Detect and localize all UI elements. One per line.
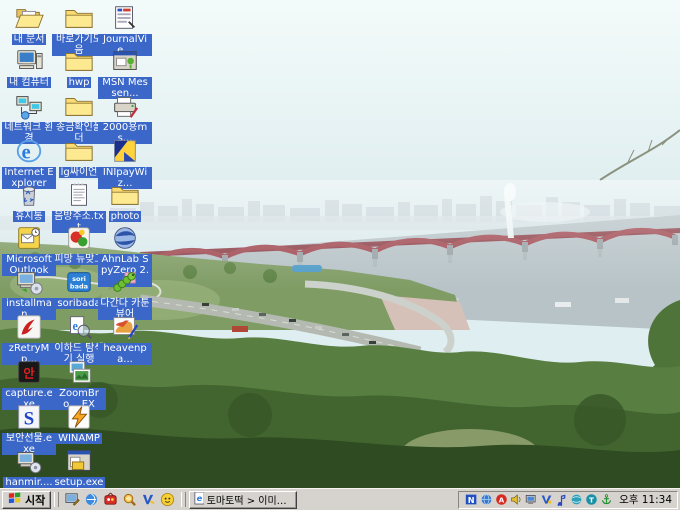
desktop-icon-label: setup.exe [53, 477, 106, 488]
folder-icon [110, 180, 140, 210]
taskbar: 시작 e 토마토떡 > 이미지방 1... N A T 오후 11:34 [0, 488, 680, 510]
zretry-icon [14, 312, 44, 342]
ahnlab-icon [110, 223, 140, 253]
printer-icon [110, 91, 140, 121]
ehard-icon: e [64, 312, 94, 342]
system-tray: N A T 오후 11:34 [458, 491, 678, 509]
svg-text:e: e [72, 319, 78, 333]
search-icon[interactable] [121, 491, 138, 508]
svg-text:안: 안 [23, 366, 35, 381]
nateon-tray-icon[interactable]: N [464, 493, 478, 507]
capture-icon: 안 [14, 357, 44, 387]
textdoc-icon [64, 180, 94, 210]
hanmir-icon [14, 446, 44, 476]
folder-icon [64, 3, 94, 33]
taskbar-window-button[interactable]: e 토마토떡 > 이미지방 1... [189, 491, 297, 509]
ie-icon: e [14, 136, 44, 166]
desktop-icon-label: hwp [67, 77, 92, 88]
setup-icon [64, 446, 94, 476]
s-blue-icon: S [14, 402, 44, 432]
desktop-icon[interactable]: 내 문서 [2, 3, 56, 45]
desktop: 내 문서바로가기모음JournalVie...내 컴퓨터hwpMSN Messe… [0, 0, 680, 510]
show-desktop-icon[interactable] [64, 491, 81, 508]
desktop-icon-grid: 내 문서바로가기모음JournalVie...내 컴퓨터hwpMSN Messe… [2, 0, 172, 488]
svg-text:A: A [498, 495, 504, 504]
clock: 오후 11:34 [619, 492, 672, 507]
desktop-icon[interactable]: 휴지통 [2, 180, 56, 222]
journal-icon [110, 3, 140, 33]
desktop-icon-label: 내 문서 [12, 34, 47, 45]
folder-icon [64, 136, 94, 166]
computer-icon [14, 46, 44, 76]
soribada-icon: soribada [64, 267, 94, 297]
desktop-icon[interactable]: hanmir.... [2, 446, 56, 488]
ahnlab-monitor-tray-icon[interactable]: A [494, 493, 508, 507]
desktop-icon[interactable]: WINAMP [52, 402, 106, 444]
winamp-icon [64, 402, 94, 432]
desktop-icon-label: 내 컴퓨터 [7, 77, 51, 88]
start-label: 시작 [25, 492, 45, 508]
desktop-icon[interactable]: heavenpa... [98, 312, 152, 365]
desktop-icon-label: hanmir.... [3, 477, 54, 488]
desktop-icon-label: 휴지통 [13, 211, 45, 222]
folder-open-icon [14, 3, 44, 33]
folder-icon [64, 91, 94, 121]
internet-globe-tray-icon[interactable] [569, 493, 583, 507]
pmang-icon [64, 223, 94, 253]
windows-logo-icon [8, 491, 22, 508]
desktop-icon-label: lg싸이언 [59, 167, 100, 178]
svg-text:S: S [24, 409, 34, 430]
v3-virus-icon[interactable] [140, 491, 157, 508]
zoombrowser-icon [64, 357, 94, 387]
desktop-icon-label: soribada [55, 298, 102, 309]
v3-shield-tray-icon[interactable] [539, 493, 553, 507]
svg-text:e: e [197, 493, 203, 503]
svg-text:T: T [589, 495, 594, 504]
start-button[interactable]: 시작 [2, 491, 51, 509]
t-shield-tray-icon[interactable]: T [584, 493, 598, 507]
taskbar-grip[interactable] [181, 492, 186, 507]
desktop-icon[interactable]: setup.exe [52, 446, 106, 488]
window-button-label: 토마토떡 > 이미지방 1... [207, 492, 294, 507]
inipay-icon [110, 136, 140, 166]
svg-text:bada: bada [70, 283, 88, 291]
svg-text:N: N [467, 495, 474, 505]
network-icon [14, 91, 44, 121]
display-settings-tray-icon[interactable] [524, 493, 538, 507]
desktop-icon-label: WINAMP [56, 433, 102, 444]
heavenpa-icon [110, 312, 140, 342]
taskbar-grip[interactable] [54, 492, 59, 507]
music-note-tray-icon[interactable] [554, 493, 568, 507]
volume-tray-icon[interactable] [509, 493, 523, 507]
anchor-messenger-tray-icon[interactable] [599, 493, 613, 507]
media-player-red-icon[interactable] [102, 491, 119, 508]
recycle-icon [14, 180, 44, 210]
messenger-smiley-icon[interactable] [159, 491, 176, 508]
installman-icon [14, 267, 44, 297]
svg-text:e: e [22, 142, 31, 164]
desktop-icon-label: heavenpa... [98, 343, 152, 365]
desktop-icon[interactable]: photo [98, 180, 152, 222]
folder-icon [64, 46, 94, 76]
msn-icon [110, 46, 140, 76]
caterpillar-icon [110, 267, 140, 297]
internet-explorer-icon[interactable] [83, 491, 100, 508]
desktop-icon[interactable]: 내 컴퓨터 [2, 46, 56, 88]
outlook-icon [14, 223, 44, 253]
quick-launch-bar [62, 491, 178, 508]
ie-page-icon: e [193, 491, 203, 508]
network-globe-tray-icon[interactable] [479, 493, 493, 507]
desktop-icon-label: photo [109, 211, 142, 222]
